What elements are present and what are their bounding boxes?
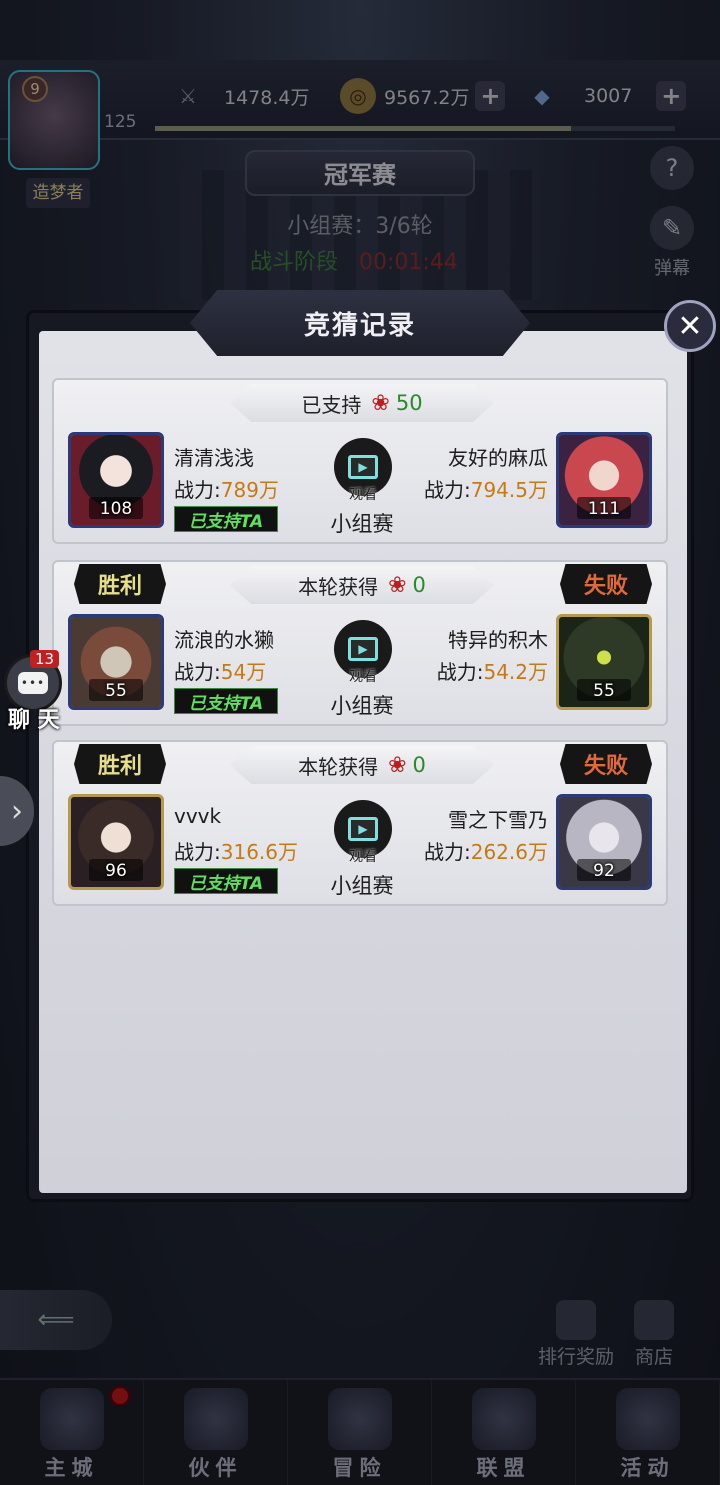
power-value: 262.6万 — [470, 840, 548, 864]
close-button[interactable]: ✕ — [664, 300, 716, 352]
right-player-portrait[interactable]: 111 — [556, 432, 652, 528]
right-player-portrait[interactable]: 92 — [556, 794, 652, 890]
chevron-right-icon: › — [11, 793, 23, 829]
player-level: 111 — [587, 499, 621, 519]
record-card: 胜利 失败 本轮获得 ❀ 0 55 流浪的水獭 战力:54万 已支持TA ▶ 观… — [52, 560, 668, 726]
power-value: 794.5万 — [470, 478, 548, 502]
rose-count: 0 — [412, 573, 426, 597]
header-label: 本轮获得 — [298, 574, 379, 599]
header-label: 本轮获得 — [298, 754, 379, 779]
left-player-portrait[interactable]: 108 — [68, 432, 164, 528]
watch-label: 观看 — [349, 487, 377, 503]
power-label: 战力: — [174, 660, 221, 684]
card-header: 本轮获得 ❀ 0 — [230, 746, 494, 784]
left-player-name: 流浪的水獭 — [174, 628, 274, 652]
right-player-name: 特异的积木 — [448, 628, 548, 652]
supported-tag: 已支持TA — [174, 506, 278, 532]
play-icon: ▶ — [348, 637, 378, 661]
power-value: 316.6万 — [220, 840, 299, 864]
match-type: 小组赛 — [330, 512, 394, 536]
power-label: 战力: — [174, 478, 221, 502]
rose-count: 50 — [395, 391, 423, 415]
lose-badge: 失败 — [560, 744, 652, 784]
player-level: 92 — [593, 861, 615, 881]
power-label: 战力: — [423, 840, 471, 864]
play-icon: ▶ — [348, 455, 378, 479]
right-player-name: 雪之下雪乃 — [448, 808, 548, 832]
supported-tag: 已支持TA — [174, 688, 278, 714]
power-value: 54.2万 — [483, 660, 548, 684]
rose-count: 0 — [412, 753, 426, 777]
power-label: 战力: — [436, 660, 484, 684]
match-type: 小组赛 — [330, 694, 394, 718]
power-label: 战力: — [423, 478, 471, 502]
left-player-name: vvvk — [174, 804, 222, 828]
player-level: 108 — [99, 499, 133, 519]
card-header: 本轮获得 ❀ 0 — [230, 566, 494, 604]
watch-label: 观看 — [349, 849, 377, 865]
rose-icon: ❀ — [371, 390, 390, 416]
right-player-name: 友好的麻瓜 — [448, 446, 548, 470]
player-level: 96 — [105, 861, 127, 881]
right-player-power: 战力:794.5万 — [424, 474, 548, 503]
chat-unread-count: 13 — [30, 650, 60, 668]
right-player-portrait[interactable]: 55 — [556, 614, 652, 710]
power-value: 54万 — [220, 660, 267, 684]
left-player-power: 战力:316.6万 — [174, 836, 298, 865]
card-header: 已支持 ❀ 50 — [230, 384, 494, 422]
watch-label: 观看 — [349, 669, 377, 685]
rose-icon: ❀ — [388, 572, 407, 598]
record-card: 胜利 失败 本轮获得 ❀ 0 96 vvvk 战力:316.6万 已支持TA ▶… — [52, 740, 668, 906]
right-player-power: 战力:54.2万 — [437, 656, 548, 685]
left-player-power: 战力:54万 — [174, 656, 266, 685]
supported-tag: 已支持TA — [174, 868, 278, 894]
modal-title: 竞猜记录 — [303, 310, 416, 341]
modal-title-plaque: 竞猜记录 — [190, 290, 530, 356]
header-label: 已支持 — [301, 392, 362, 417]
match-type: 小组赛 — [330, 874, 394, 898]
win-badge: 胜利 — [74, 744, 166, 784]
play-icon: ▶ — [348, 817, 378, 841]
close-icon: ✕ — [677, 308, 703, 344]
player-level: 55 — [105, 681, 127, 701]
record-card: 已支持 ❀ 50 108 清清浅浅 战力:789万 已支持TA ▶ 观看 小组赛… — [52, 378, 668, 544]
left-player-portrait[interactable]: 55 — [68, 614, 164, 710]
chat-label: 聊 天 — [8, 708, 60, 733]
rose-icon: ❀ — [388, 752, 407, 778]
win-badge: 胜利 — [74, 564, 166, 604]
chat-button[interactable]: ••• 13 聊 天 — [4, 650, 66, 733]
power-value: 789万 — [220, 478, 279, 502]
power-label: 战力: — [174, 840, 221, 864]
left-player-name: 清清浅浅 — [174, 446, 254, 470]
player-level: 55 — [593, 681, 615, 701]
lose-badge: 失败 — [560, 564, 652, 604]
right-player-power: 战力:262.6万 — [424, 836, 548, 865]
left-player-portrait[interactable]: 96 — [68, 794, 164, 890]
left-player-power: 战力:789万 — [174, 474, 279, 503]
